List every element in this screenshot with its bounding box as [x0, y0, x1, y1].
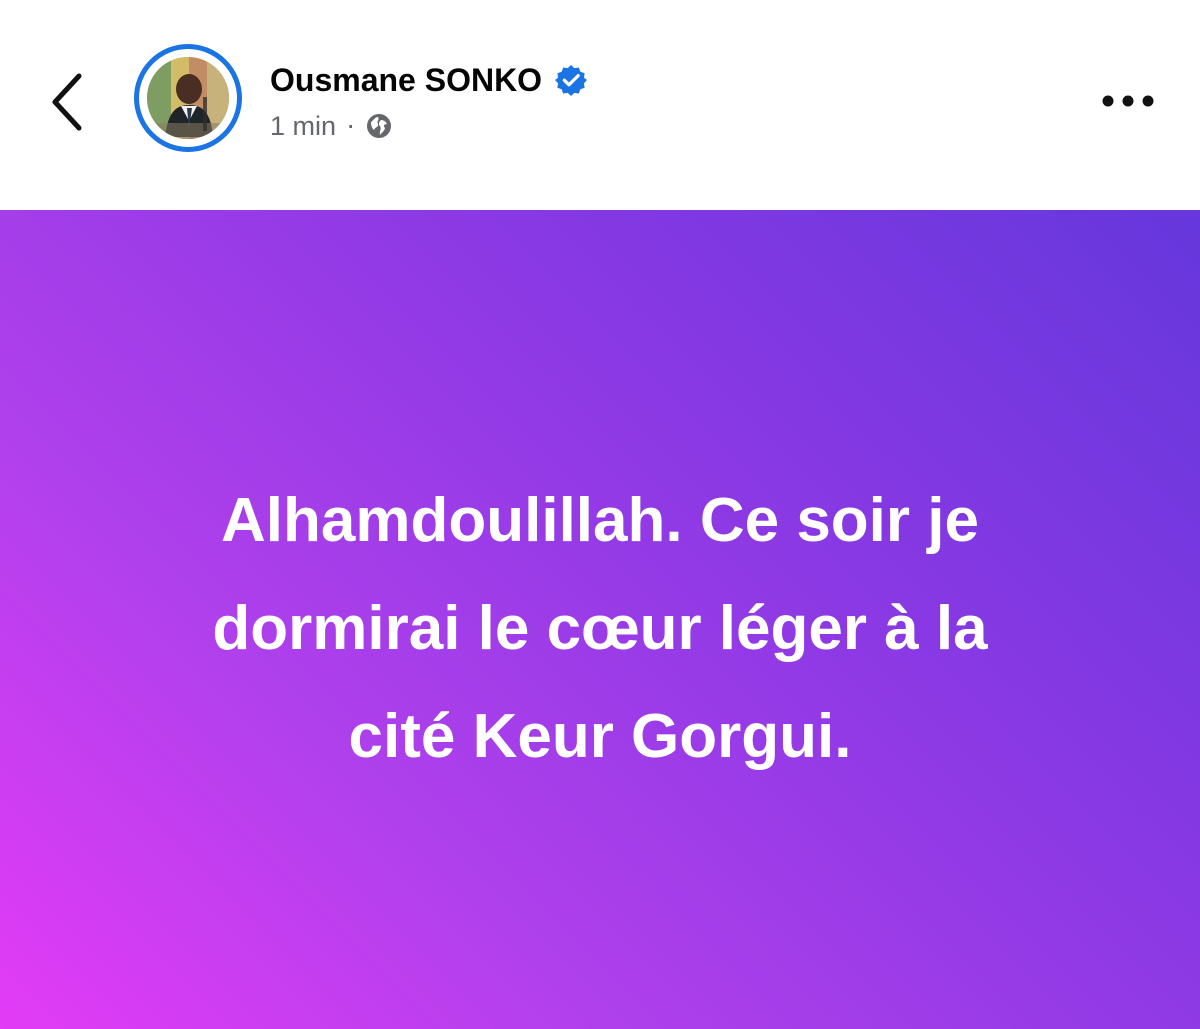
post-timestamp[interactable]: 1 min	[270, 108, 336, 144]
author-line: Ousmane SONKO	[270, 55, 588, 105]
globe-icon[interactable]	[365, 112, 393, 140]
meta-separator: ·	[346, 109, 356, 140]
post-meta: 1 min ·	[270, 108, 393, 144]
back-button[interactable]	[38, 66, 96, 138]
post-page: Ousmane SONKO 1 min · Alhamdoulillah. Ce…	[0, 0, 1200, 1029]
back-chevron-icon	[52, 73, 82, 131]
more-options-button[interactable]	[1092, 77, 1164, 125]
post-text: Alhamdoulillah. Ce soir je dormirai le c…	[212, 486, 988, 771]
author-avatar[interactable]	[134, 44, 242, 152]
verified-badge-icon	[554, 63, 588, 97]
more-options-icon	[1102, 95, 1154, 107]
post-card[interactable]: Alhamdoulillah. Ce soir je dormirai le c…	[0, 210, 1200, 1029]
profile-photo	[147, 57, 229, 139]
post-header: Ousmane SONKO 1 min ·	[0, 0, 1200, 210]
author-name[interactable]: Ousmane SONKO	[270, 60, 542, 100]
